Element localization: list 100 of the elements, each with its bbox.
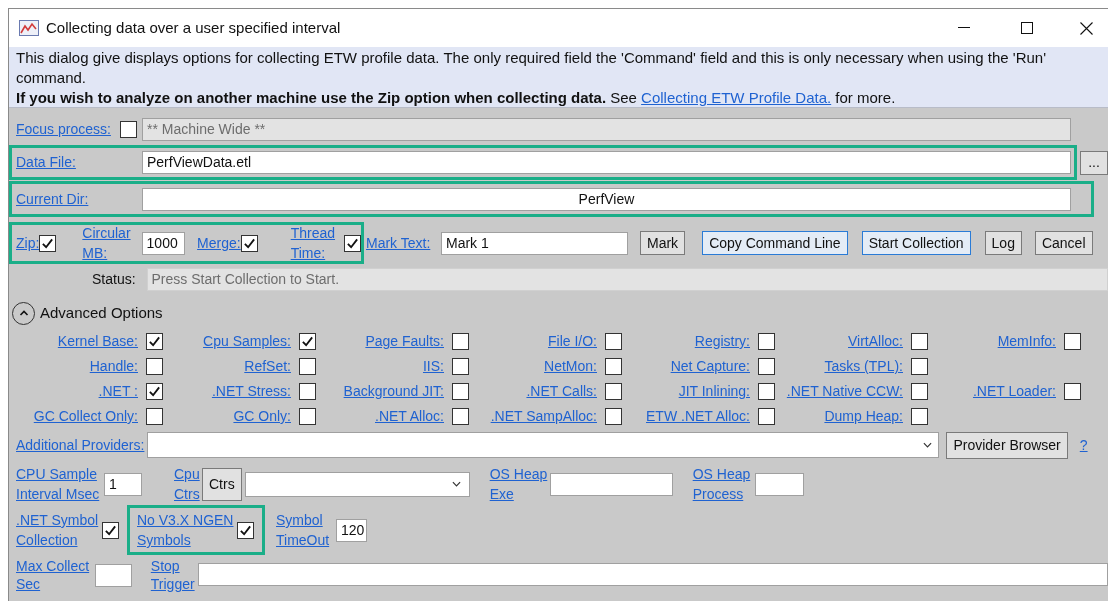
field-label[interactable]: .NET Native CCW: bbox=[786, 381, 903, 402]
help-link[interactable]: ? bbox=[1079, 434, 1088, 456]
field-label[interactable]: ETW .NET Alloc: bbox=[646, 406, 750, 427]
checkbox[interactable] bbox=[1064, 333, 1081, 350]
checkbox[interactable] bbox=[146, 383, 163, 400]
button[interactable]: Copy Command Line bbox=[702, 231, 848, 255]
checkbox[interactable] bbox=[452, 383, 469, 400]
checkbox[interactable] bbox=[605, 358, 622, 375]
button[interactable]: Provider Browser bbox=[946, 431, 1068, 459]
checkbox[interactable] bbox=[452, 408, 469, 425]
button[interactable]: Start Collection bbox=[861, 231, 971, 255]
checkbox[interactable] bbox=[758, 383, 775, 400]
checkbox[interactable] bbox=[102, 521, 119, 539]
field-label[interactable]: RefSet: bbox=[244, 356, 291, 377]
checkbox[interactable] bbox=[605, 383, 622, 400]
field-label[interactable]: OS Heap Process bbox=[692, 464, 755, 504]
field-label[interactable]: JIT Inlining: bbox=[678, 381, 750, 402]
field-label[interactable]: Mark Text: bbox=[366, 232, 441, 254]
field-label[interactable]: Background JIT: bbox=[343, 381, 444, 402]
field-label[interactable]: GC Only: bbox=[233, 406, 291, 427]
checkbox[interactable] bbox=[39, 234, 57, 252]
input-field[interactable]: 1 bbox=[104, 472, 142, 496]
checkbox[interactable] bbox=[299, 358, 316, 375]
field-label[interactable]: .NET Stress: bbox=[211, 381, 291, 402]
input-field[interactable]: PerfView bbox=[142, 187, 1071, 211]
button[interactable]: Mark bbox=[640, 231, 686, 255]
checkbox[interactable] bbox=[240, 234, 258, 252]
field-label[interactable]: Tasks (TPL): bbox=[824, 356, 903, 377]
checkbox[interactable] bbox=[344, 234, 361, 252]
field-label[interactable]: .NET Loader: bbox=[973, 381, 1056, 402]
combo-box[interactable] bbox=[244, 471, 470, 497]
maximize-icon[interactable] bbox=[1021, 22, 1033, 34]
input-field[interactable] bbox=[95, 564, 132, 587]
checkbox[interactable] bbox=[1064, 383, 1081, 400]
field-label[interactable]: Cpu Ctrs bbox=[174, 464, 202, 504]
field-label[interactable]: Symbol TimeOut bbox=[276, 510, 336, 550]
field-label[interactable]: .NET : bbox=[98, 381, 138, 402]
field-label[interactable]: .NET Alloc: bbox=[375, 406, 444, 427]
field-label[interactable]: OS Heap Exe bbox=[489, 464, 550, 504]
checkbox[interactable] bbox=[146, 358, 163, 375]
button[interactable]: ... bbox=[1080, 150, 1108, 175]
input-field[interactable]: 1000 bbox=[141, 231, 186, 255]
input-field[interactable]: Mark 1 bbox=[441, 231, 628, 255]
field-label[interactable]: Registry: bbox=[694, 331, 750, 352]
input-field[interactable] bbox=[198, 563, 1108, 586]
field-label[interactable]: Page Faults: bbox=[365, 331, 444, 352]
input-field[interactable] bbox=[549, 472, 673, 496]
input-field[interactable] bbox=[754, 472, 804, 496]
checkbox[interactable] bbox=[299, 408, 316, 425]
help-link[interactable]: Collecting ETW Profile Data. bbox=[641, 89, 832, 106]
button[interactable]: Cancel bbox=[1034, 231, 1093, 255]
combo-box[interactable] bbox=[147, 432, 940, 458]
checkbox[interactable] bbox=[146, 408, 163, 425]
checkbox[interactable] bbox=[146, 333, 163, 350]
field-label[interactable]: Zip: bbox=[16, 233, 40, 253]
field-label[interactable]: .NET Symbol Collection bbox=[16, 510, 102, 550]
checkbox[interactable] bbox=[299, 383, 316, 400]
checkbox[interactable] bbox=[758, 358, 775, 375]
field-label[interactable]: Data File: bbox=[16, 152, 142, 173]
field-label[interactable]: IIS: bbox=[423, 356, 444, 377]
field-label[interactable]: Merge: bbox=[197, 233, 241, 253]
checkbox[interactable] bbox=[911, 358, 928, 375]
checkbox[interactable] bbox=[237, 521, 254, 539]
field-label[interactable]: CPU Sample Interval Msec bbox=[16, 464, 104, 504]
checkbox[interactable] bbox=[758, 333, 775, 350]
chevron-up-icon bbox=[18, 308, 29, 318]
minimize-icon[interactable] bbox=[958, 27, 970, 29]
checkbox[interactable] bbox=[452, 333, 469, 350]
checkbox[interactable] bbox=[911, 408, 928, 425]
field-label[interactable]: MemInfo: bbox=[997, 331, 1056, 352]
checkbox[interactable] bbox=[605, 333, 622, 350]
field-label[interactable]: File I/O: bbox=[548, 331, 597, 352]
field-label[interactable]: Additional Providers: bbox=[16, 434, 145, 456]
button[interactable]: Ctrs bbox=[202, 467, 242, 501]
input-field[interactable]: PerfViewData.etl bbox=[142, 151, 1071, 174]
checkbox[interactable] bbox=[605, 408, 622, 425]
close-icon[interactable] bbox=[1080, 21, 1093, 35]
button[interactable]: Log bbox=[984, 231, 1022, 255]
field-label[interactable]: .NET Calls: bbox=[526, 381, 597, 402]
field-label[interactable]: GC Collect Only: bbox=[33, 406, 138, 427]
checkbox[interactable] bbox=[452, 358, 469, 375]
field-label[interactable]: NetMon: bbox=[544, 356, 597, 377]
checkbox[interactable] bbox=[758, 408, 775, 425]
field-label[interactable]: Cpu Samples: bbox=[203, 331, 291, 352]
checkbox[interactable] bbox=[911, 383, 928, 400]
field-label[interactable]: Handle: bbox=[89, 356, 138, 377]
field-label[interactable]: VirtAlloc: bbox=[848, 331, 903, 352]
field-label[interactable]: Thread Time: bbox=[290, 223, 338, 263]
field-label[interactable]: Circular MB: bbox=[82, 223, 136, 263]
field-label[interactable]: No V3.X NGEN Symbols bbox=[137, 510, 237, 550]
input-field[interactable]: 120 bbox=[336, 518, 367, 542]
field-label[interactable]: Dump Heap: bbox=[824, 406, 903, 427]
field-label[interactable]: Net Capture: bbox=[670, 356, 750, 377]
checkbox[interactable] bbox=[911, 333, 928, 350]
field-label[interactable]: Current Dir: bbox=[16, 188, 142, 210]
field-label[interactable]: Kernel Base: bbox=[57, 331, 138, 352]
field-label[interactable]: Max Collect Sec bbox=[16, 557, 96, 593]
field-label[interactable]: Stop Trigger bbox=[150, 557, 199, 593]
field-label[interactable]: .NET SampAlloc: bbox=[490, 406, 597, 427]
checkbox[interactable] bbox=[299, 333, 316, 350]
